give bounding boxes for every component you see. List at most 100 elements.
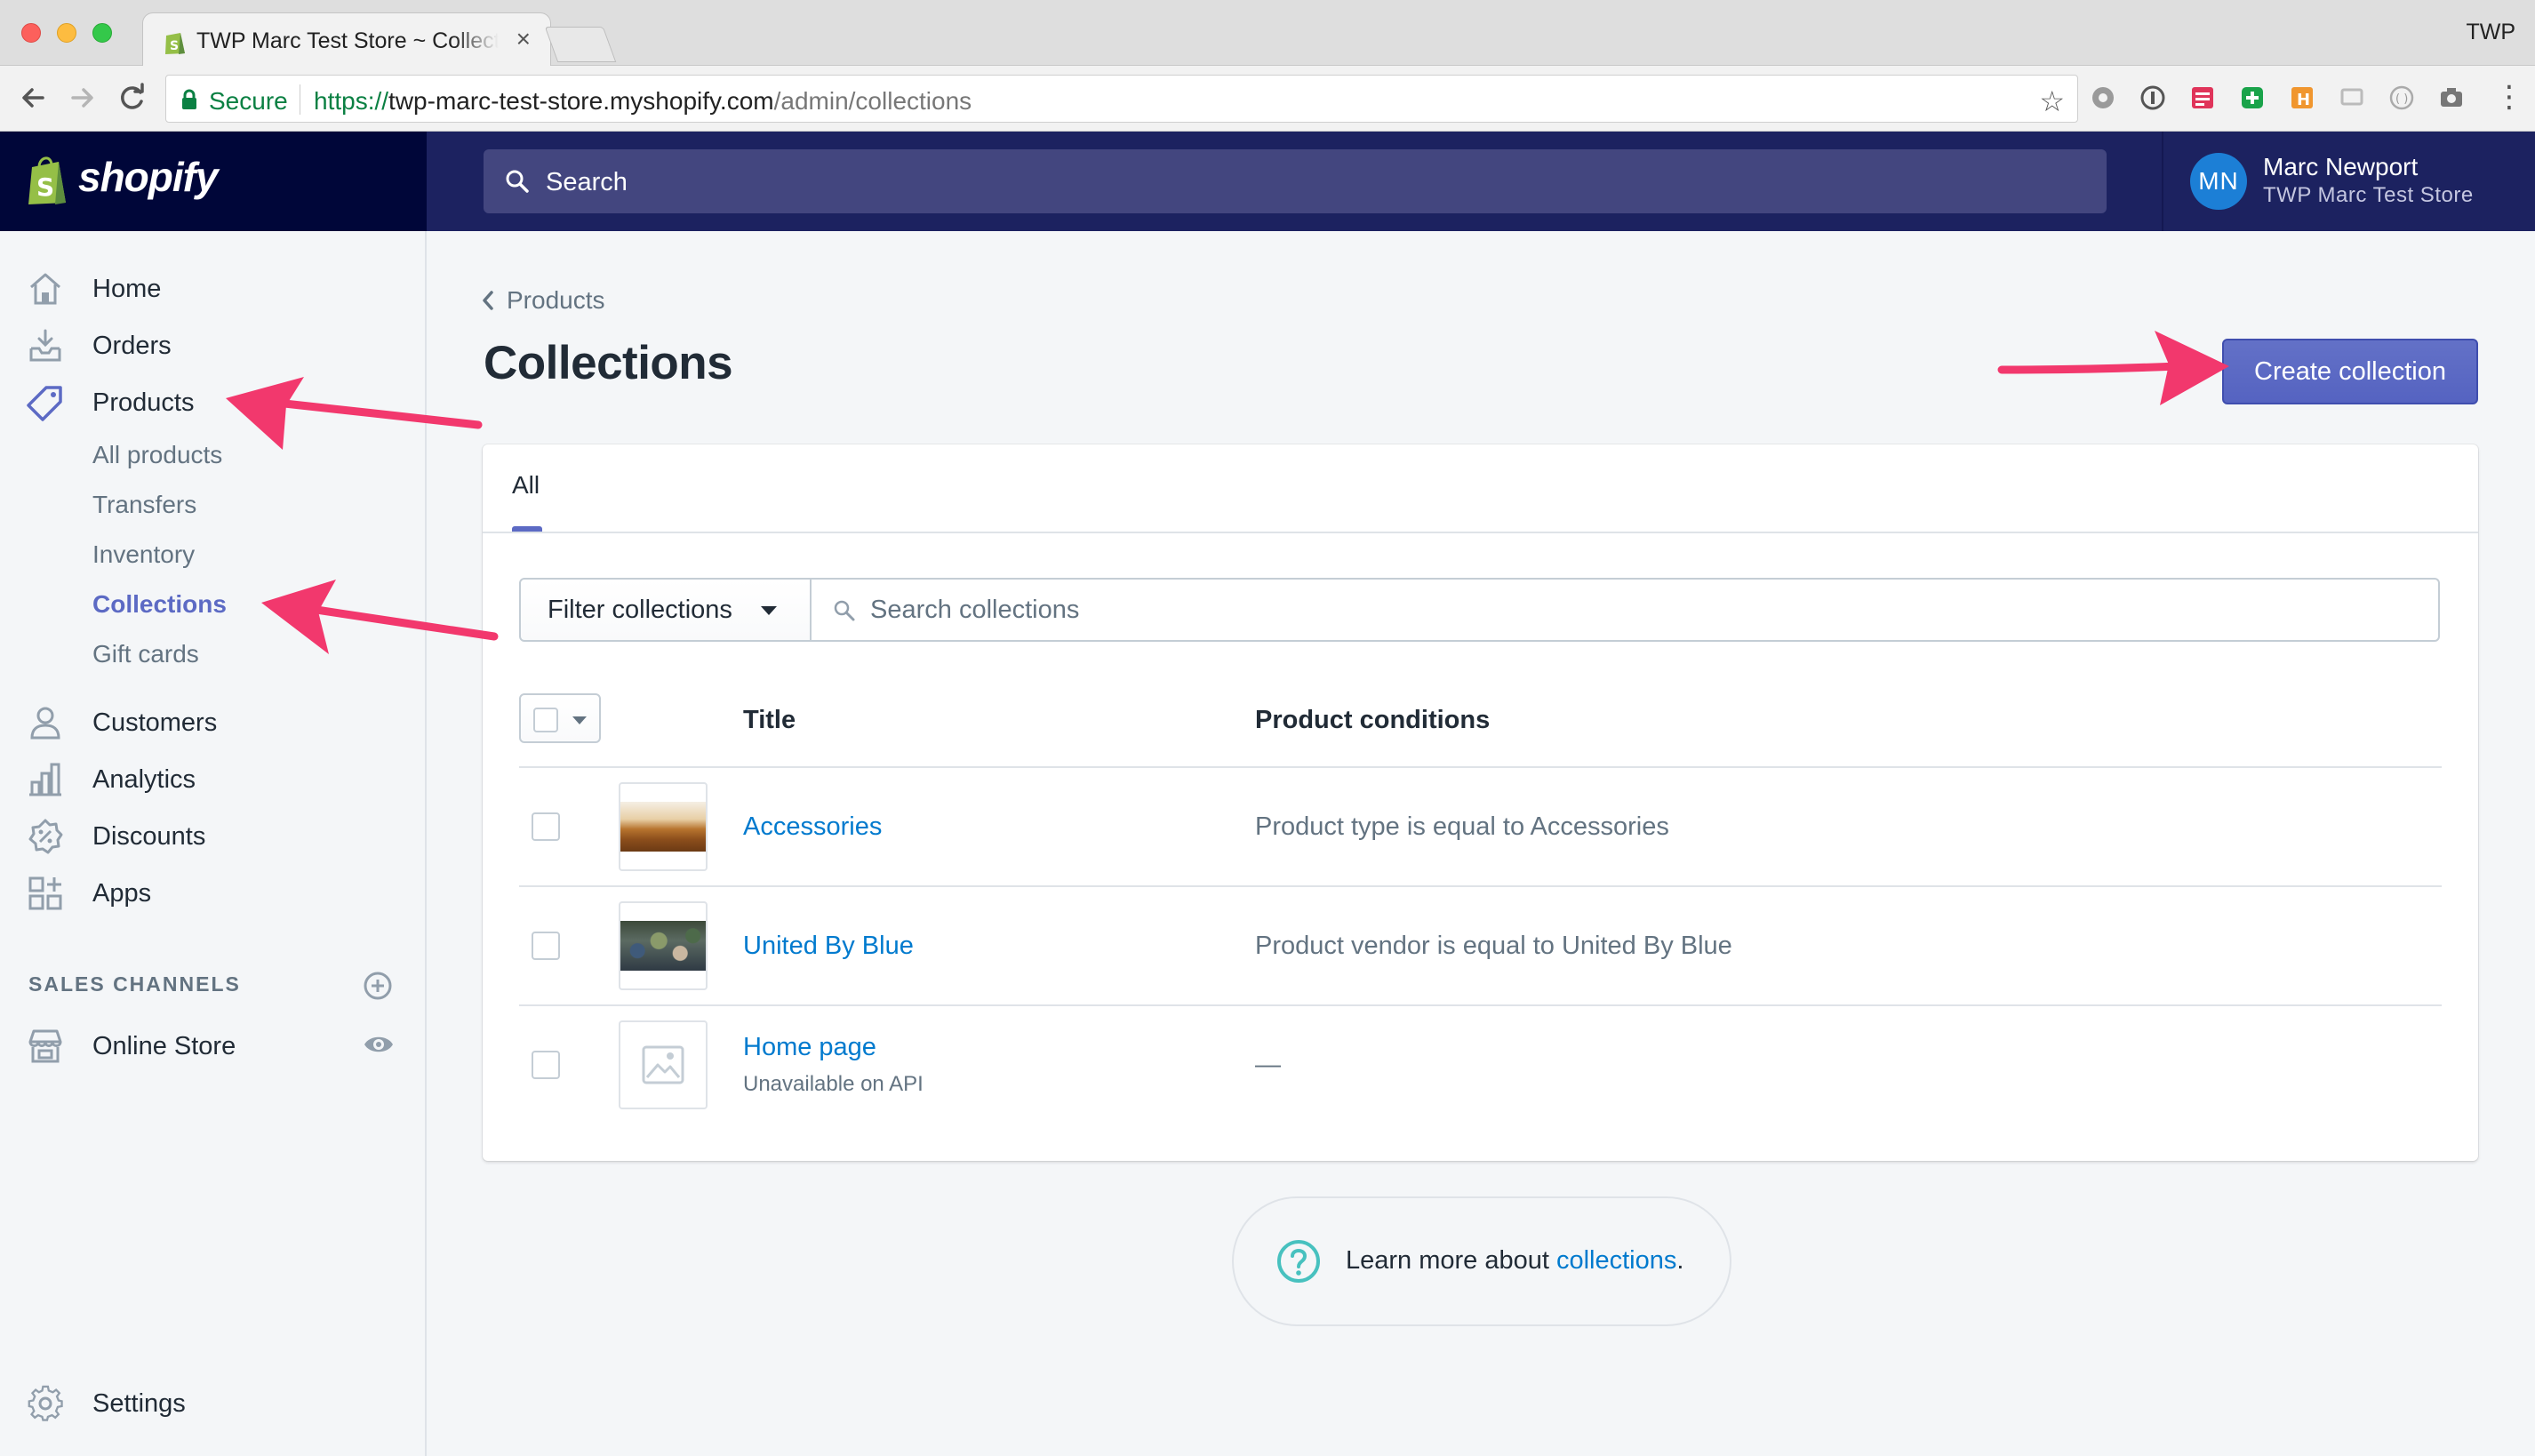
caret-down-icon[interactable] <box>572 716 587 724</box>
url-text[interactable]: https://twp-marc-test-store.myshopify.co… <box>314 87 972 116</box>
sidebar-item-analytics[interactable]: Analytics <box>0 754 425 804</box>
svg-text:S: S <box>170 39 179 53</box>
extension-cast-icon[interactable] <box>2338 84 2366 112</box>
help-footer: Learn more about collections. <box>1232 1196 1731 1326</box>
search-collections-input[interactable]: Search collections <box>810 578 2440 642</box>
gear-icon <box>28 1385 63 1421</box>
row-checkbox[interactable] <box>532 1051 560 1079</box>
avatar[interactable]: MN <box>2190 153 2247 210</box>
shopify-bag-icon: S <box>28 156 66 204</box>
bulk-select-checkbox[interactable] <box>519 693 601 743</box>
svg-text:( ): ( ) <box>2395 92 2408 106</box>
tab-close-icon[interactable]: × <box>516 25 531 53</box>
sidebar-item-online-store[interactable]: Online Store <box>0 1020 425 1070</box>
logo-area[interactable]: S shopify <box>0 132 427 231</box>
window-close-button[interactable] <box>21 23 41 43</box>
sidebar-item-apps[interactable]: Apps <box>0 868 425 917</box>
column-header-title[interactable]: Title <box>743 706 796 735</box>
sidebar-item-settings[interactable]: Settings <box>0 1378 425 1428</box>
select-all-checkbox[interactable] <box>533 708 558 732</box>
collection-title-link[interactable]: Accessories <box>743 812 882 842</box>
sidebar-item-label: Analytics <box>92 765 196 794</box>
active-tab-indicator <box>512 526 542 532</box>
filter-label: Filter collections <box>548 596 732 624</box>
collections-card: All Filter collections Search collection… <box>483 444 2478 1161</box>
home-page-thumbnail[interactable] <box>619 1020 708 1109</box>
store-name[interactable]: TWP Marc Test Store <box>2263 183 2474 208</box>
extension-green-plus-icon[interactable] <box>2238 84 2267 112</box>
lock-icon <box>182 89 196 109</box>
sidebar-item-products[interactable]: Products <box>0 377 425 427</box>
forward-arrow-icon[interactable] <box>64 80 100 116</box>
collection-condition: — <box>1255 1051 1281 1079</box>
browser-profile-name[interactable]: TWP <box>2466 20 2515 45</box>
collection-condition: Product type is equal to Accessories <box>1255 812 1669 841</box>
window-zoom-button[interactable] <box>92 23 112 43</box>
accessories-image <box>620 802 706 852</box>
accessories-thumbnail[interactable] <box>619 782 708 871</box>
view-store-eye-icon[interactable] <box>363 1031 395 1058</box>
add-channel-icon[interactable] <box>363 971 393 1001</box>
browser-tab-active[interactable]: S TWP Marc Test Store ~ Collections × <box>142 12 551 67</box>
browser-tab-bar: S TWP Marc Test Store ~ Collections × TW… <box>0 0 2535 67</box>
search-icon <box>506 170 529 193</box>
svg-text:S: S <box>36 172 54 202</box>
svg-text:H: H <box>2297 91 2310 109</box>
extension-info-icon[interactable] <box>2139 84 2167 112</box>
sidebar-item-label: Online Store <box>92 1032 236 1060</box>
admin-search-bar[interactable]: Search <box>484 149 2107 213</box>
reload-icon[interactable] <box>114 80 149 116</box>
sidebar-item-customers[interactable]: Customers <box>0 697 425 747</box>
new-tab-button[interactable] <box>544 27 617 62</box>
extension-h-icon[interactable]: H <box>2288 84 2316 112</box>
collection-title-link[interactable]: Home page <box>743 1033 876 1062</box>
collection-subtitle: Unavailable on API <box>743 1072 924 1096</box>
help-text: Learn more about collections. <box>1346 1246 1683 1276</box>
sidebar-item-label: Apps <box>92 879 152 908</box>
united-by-blue-thumbnail[interactable] <box>619 901 708 990</box>
sidebar-subitem-inventory[interactable]: Inventory <box>0 533 425 574</box>
sidebar-subitem-collections[interactable]: Collections <box>0 583 425 624</box>
row-checkbox[interactable] <box>532 812 560 841</box>
sidebar-item-label: Settings <box>92 1389 186 1418</box>
collection-title-link[interactable]: United By Blue <box>743 932 914 961</box>
sidebar-item-orders[interactable]: Orders <box>0 320 425 370</box>
filter-collections-button[interactable]: Filter collections <box>519 578 812 642</box>
sidebar: Home Orders Products All products Transf… <box>0 231 427 1456</box>
home-icon <box>30 273 60 305</box>
tab-title: TWP Marc Test Store ~ Collections <box>196 28 499 54</box>
store-icon <box>28 1029 62 1063</box>
browser-menu-icon[interactable]: ⋮ <box>2494 82 2524 112</box>
extension-brackets-icon[interactable]: ( ) <box>2387 84 2416 112</box>
breadcrumb-link[interactable]: Products <box>507 286 605 315</box>
help-question-icon <box>1277 1240 1320 1283</box>
sidebar-item-label: Home <box>92 275 162 303</box>
url-host: twp-marc-test-store.myshopify.com <box>388 87 774 115</box>
table-row[interactable]: Accessories Product type is equal to Acc… <box>519 768 2442 887</box>
column-header-conditions: Product conditions <box>1255 706 1491 734</box>
apps-icon <box>28 876 62 910</box>
extension-gear-icon[interactable] <box>2089 84 2117 112</box>
extension-camera-icon[interactable] <box>2437 84 2466 112</box>
create-collection-button[interactable]: Create collection <box>2222 339 2478 404</box>
tab-all[interactable]: All <box>512 471 540 500</box>
sidebar-subitem-gift-cards[interactable]: Gift cards <box>0 633 425 674</box>
url-scheme: https:// <box>314 87 389 115</box>
sidebar-item-discounts[interactable]: Discounts <box>0 811 425 860</box>
sidebar-item-home[interactable]: Home <box>0 263 425 313</box>
table-row[interactable]: United By Blue Product vendor is equal t… <box>519 887 2442 1006</box>
table-row[interactable]: Home page Unavailable on API — <box>519 1006 2442 1125</box>
sidebar-subitem-transfers[interactable]: Transfers <box>0 484 425 524</box>
back-arrow-icon[interactable] <box>16 80 52 116</box>
shopify-wordmark: shopify <box>78 154 219 200</box>
address-bar[interactable]: Secure https://twp-marc-test-store.mysho… <box>165 75 2078 123</box>
bookmark-star-icon[interactable]: ☆ <box>2039 84 2065 118</box>
sidebar-subitem-all-products[interactable]: All products <box>0 434 425 475</box>
analytics-icon <box>29 763 61 796</box>
collections-help-link[interactable]: collections <box>1556 1246 1676 1275</box>
customer-icon <box>30 707 60 740</box>
row-checkbox[interactable] <box>532 932 560 960</box>
extension-red-list-icon[interactable] <box>2188 84 2217 112</box>
window-minimize-button[interactable] <box>57 23 76 43</box>
user-name[interactable]: Marc Newport <box>2263 153 2418 181</box>
